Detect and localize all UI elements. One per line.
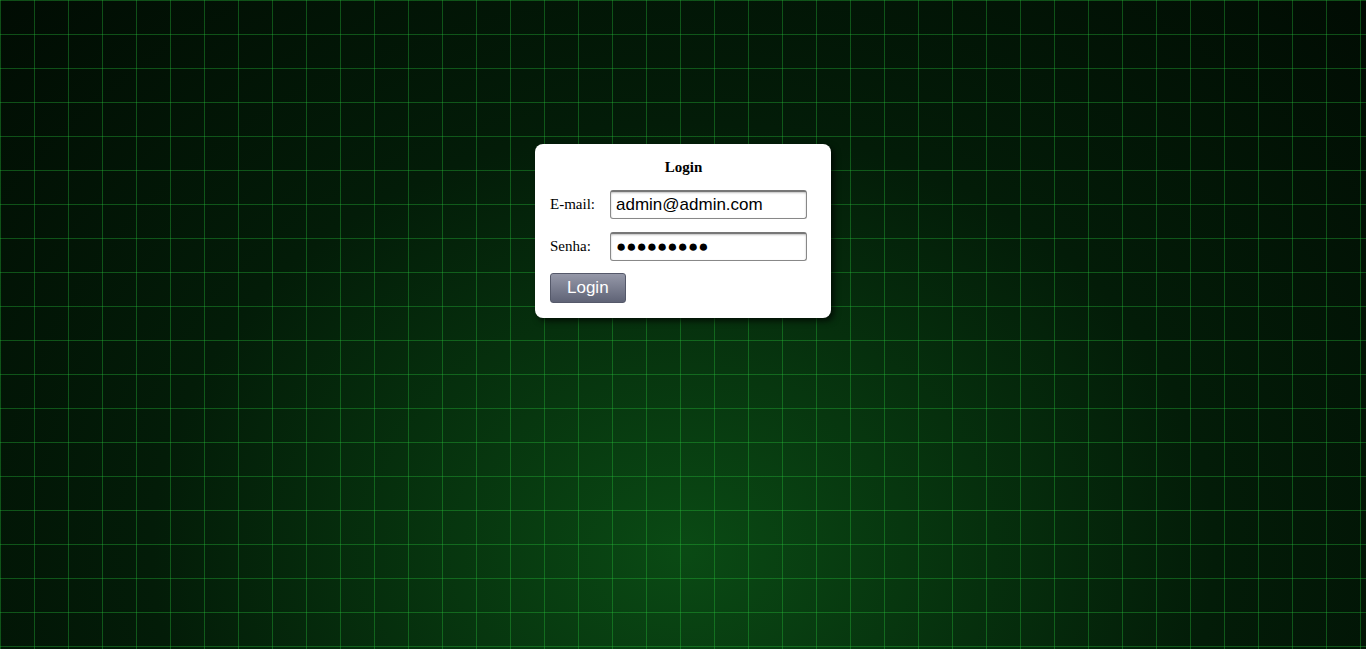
form-row: Senha: [550,231,817,261]
text-field[interactable] [610,190,807,219]
login-card: Login E-mail: Senha: Login [535,144,831,318]
field-label: E-mail: [550,196,610,213]
background-photo: Login E-mail: Senha: Login [0,0,1366,649]
login-button[interactable]: Login [550,273,626,303]
field-label: Senha: [550,238,610,255]
form-row: E-mail: [550,189,817,219]
text-field[interactable] [610,232,807,261]
login-title: Login [550,158,817,176]
